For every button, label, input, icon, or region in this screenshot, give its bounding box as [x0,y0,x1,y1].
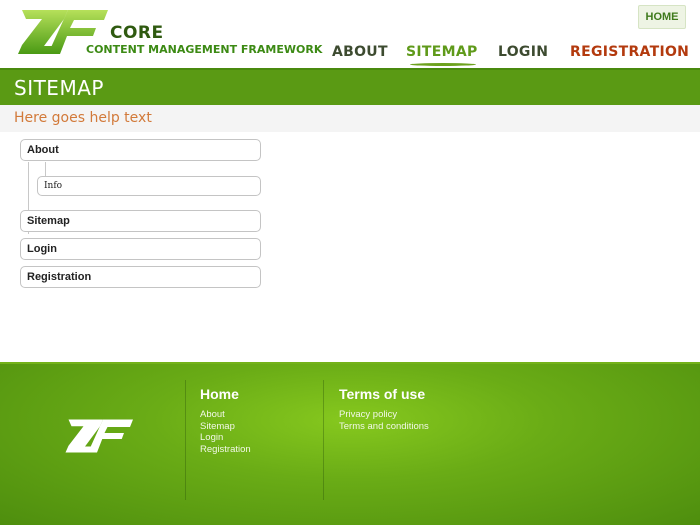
help-text: Here goes help text [14,110,152,126]
logo-subtitle: CONTENT MANAGEMENT FRAMEWORK [86,43,323,56]
tree-node-login[interactable]: Login [20,238,261,260]
footer-col-terms: Terms of use Privacy policy Terms and co… [339,386,429,432]
tree-node-info[interactable]: Info [37,176,261,196]
logo-core-text: CORE [110,23,164,43]
sitemap-tree: About Info Sitemap Login Registration [19,138,262,293]
home-button[interactable]: HOME [638,5,686,29]
title-band: SITEMAP [0,68,700,105]
nav-sitemap[interactable]: SITEMAP [406,44,478,60]
zf-logo-icon [65,419,133,453]
footer-col-home: Home About Sitemap Login Registration [200,386,251,455]
footer-link-registration[interactable]: Registration [200,444,251,456]
nav-login[interactable]: LOGIN [498,44,548,60]
footer-link-terms-conditions[interactable]: Terms and conditions [339,421,429,433]
footer-divider [185,380,186,500]
footer-heading-terms[interactable]: Terms of use [339,386,429,402]
footer-link-about[interactable]: About [200,409,251,421]
help-band: Here goes help text [0,105,700,132]
tree-node-sitemap[interactable]: Sitemap [20,210,261,232]
nav-about[interactable]: ABOUT [332,44,388,60]
footer-link-privacy[interactable]: Privacy policy [339,409,429,421]
header: CORE CONTENT MANAGEMENT FRAMEWORK HOME A… [0,0,700,68]
nav-registration[interactable]: REGISTRATION [570,44,689,60]
footer-divider [323,380,324,500]
footer-heading-home[interactable]: Home [200,386,251,402]
footer-link-sitemap[interactable]: Sitemap [200,421,251,433]
footer: Home About Sitemap Login Registration Te… [0,362,700,525]
nav-active-indicator [410,63,476,66]
page-title: SITEMAP [14,76,104,100]
footer-link-login[interactable]: Login [200,432,251,444]
logo[interactable]: CORE CONTENT MANAGEMENT FRAMEWORK [18,8,322,58]
tree-node-registration[interactable]: Registration [20,266,261,288]
tree-connector [45,162,46,177]
tree-node-about[interactable]: About [20,139,261,161]
